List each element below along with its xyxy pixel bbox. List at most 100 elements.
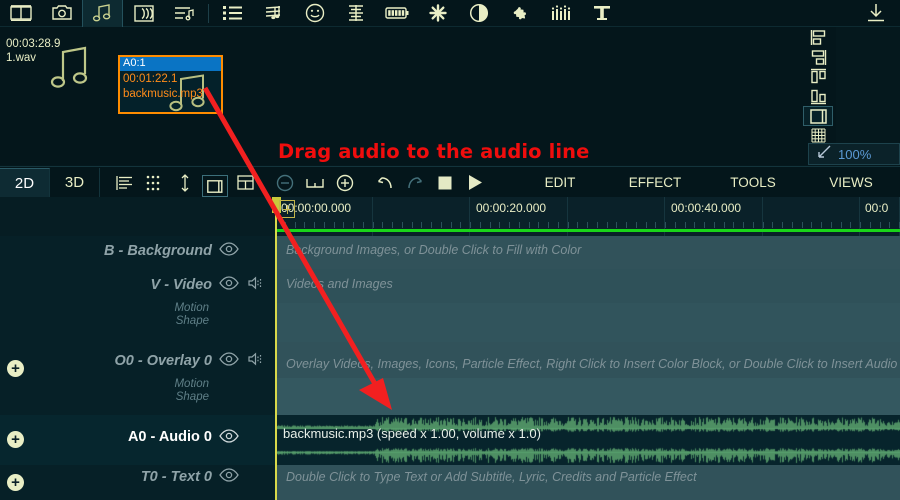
eye-icon[interactable]: [219, 468, 239, 487]
text-effect-icon[interactable]: [335, 0, 376, 27]
track-text-0[interactable]: + T0 - Text 0 Double Click to Type Text …: [0, 465, 900, 500]
puzzle-icon[interactable]: [499, 0, 540, 27]
track-motion-shape-lane[interactable]: [275, 378, 900, 415]
ruler-label-2: 00:00:40.000: [671, 201, 742, 215]
spectrum-icon[interactable]: [540, 0, 581, 27]
track-video[interactable]: V - Video Motion Shape Videos and Images: [0, 269, 900, 342]
track-hint: Overlay Videos, Images, Icons, Particle …: [286, 357, 900, 371]
music-sheet-icon[interactable]: [253, 0, 294, 27]
media-item-track-badge: A0:1: [120, 57, 221, 71]
undo-icon[interactable]: [370, 168, 400, 197]
split-frame-icon[interactable]: [230, 168, 260, 197]
audio-clip-label: backmusic.mp3 (speed x 1.00, volume x 1.…: [283, 426, 541, 441]
track-audio-0[interactable]: + A0 - Audio 0 backmusic.mp3 (speed x 1.…: [0, 415, 900, 465]
eye-icon[interactable]: [219, 429, 239, 448]
track-header-background[interactable]: B - Background: [0, 236, 275, 269]
eye-icon[interactable]: [219, 352, 239, 371]
zoom-control[interactable]: 100%: [808, 143, 900, 165]
media-item-duration: 00:03:28.9: [6, 38, 61, 50]
track-hint: Videos and Images: [286, 277, 393, 291]
track-overlay-0[interactable]: + O0 - Overlay 0 Motion Shape Overlay Vi…: [0, 342, 900, 415]
tab-2d[interactable]: 2D: [0, 168, 50, 197]
menu-tools[interactable]: TOOLS: [704, 168, 802, 197]
eye-icon[interactable]: [219, 242, 239, 261]
track-sublabels: Motion Shape: [174, 302, 209, 328]
editor-control-bar: 2D 3D EDIT EFFECT TOOLS VIEWS: [0, 166, 900, 197]
ruler-label-1: 00:00:20.000: [476, 201, 547, 215]
smiley-icon[interactable]: [294, 0, 335, 27]
timeline: 00:00:00.000 00:00:20.000 00:00:40.000 0…: [0, 197, 900, 500]
zoom-out-icon[interactable]: [270, 168, 300, 197]
track-header-audio-0[interactable]: + A0 - Audio 0: [0, 415, 275, 465]
track-label: A0 - Audio 0: [127, 429, 212, 445]
list-icon[interactable]: [212, 0, 253, 27]
media-item-mp3-selected[interactable]: A0:1 00:01:22.1 backmusic.mp3: [118, 55, 223, 114]
track-body-video[interactable]: Videos and Images: [275, 269, 900, 342]
track-body-overlay-0[interactable]: Overlay Videos, Images, Icons, Particle …: [275, 342, 900, 415]
track-body-text-0[interactable]: Double Click to Type Text or Add Subtitl…: [275, 465, 900, 500]
zoom-fit-icon[interactable]: [816, 144, 832, 165]
menu-edit[interactable]: EDIT: [514, 168, 606, 197]
track-label: O0 - Overlay 0: [114, 353, 212, 369]
speaker-icon[interactable]: [248, 276, 263, 295]
grid-dots-icon[interactable]: [140, 168, 170, 197]
align-right-icon[interactable]: [803, 48, 833, 68]
media-item-duration: 00:01:22.1: [123, 73, 178, 85]
height-arrows-icon[interactable]: [170, 168, 200, 197]
menu-views[interactable]: VIEWS: [802, 168, 900, 197]
music-note-icon[interactable]: [82, 0, 123, 27]
add-track-icon[interactable]: +: [7, 474, 24, 491]
ruler-label-3: 00:0: [865, 201, 889, 215]
track-label: T0 - Text 0: [140, 469, 212, 485]
filmstrip-icon[interactable]: [0, 0, 41, 27]
fit-frame-icon[interactable]: [803, 106, 833, 127]
add-track-icon[interactable]: +: [7, 431, 24, 448]
eye-icon[interactable]: [219, 276, 239, 295]
playhead-line[interactable]: [275, 197, 277, 500]
track-body-background[interactable]: Background Images, or Double Click to Fi…: [275, 236, 900, 269]
tab-3d[interactable]: 3D: [50, 168, 100, 197]
audio-list-icon[interactable]: [164, 0, 205, 27]
playhead-add-marker-icon[interactable]: [279, 200, 295, 218]
download-icon[interactable]: [852, 0, 900, 27]
contrast-icon[interactable]: [458, 0, 499, 27]
align-left-icon[interactable]: [803, 28, 833, 48]
media-library-panel[interactable]: 00:03:28.9 1.wav A0:1 00:01:22.1 backmus…: [0, 27, 800, 165]
sublabel-motion: Motion: [174, 378, 209, 390]
timeline-header-left: [0, 197, 275, 236]
track-header-text-0[interactable]: + T0 - Text 0: [0, 465, 275, 500]
speaker-icon[interactable]: [248, 352, 263, 371]
align-top-icon[interactable]: [803, 67, 833, 87]
play-icon[interactable]: [460, 168, 490, 197]
fit-frame-icon[interactable]: [202, 175, 228, 197]
timeline-top-green-line: [275, 229, 900, 232]
track-sublabels: Motion Shape: [174, 378, 209, 404]
redo-icon[interactable]: [400, 168, 430, 197]
zoom-level-value: 100%: [838, 146, 872, 162]
battery-icon[interactable]: [376, 0, 417, 27]
add-track-icon[interactable]: +: [7, 360, 24, 377]
menu-effect[interactable]: EFFECT: [606, 168, 704, 197]
track-motion-shape-lane[interactable]: [275, 303, 900, 342]
instruction-annotation: Drag audio to the audio line: [278, 140, 590, 163]
transition-icon[interactable]: [123, 0, 164, 27]
text-icon[interactable]: [581, 0, 622, 27]
align-lines-icon[interactable]: [110, 168, 140, 197]
track-background[interactable]: B - Background Background Images, or Dou…: [0, 236, 900, 269]
track-header-overlay-0[interactable]: + O0 - Overlay 0 Motion Shape: [0, 342, 275, 415]
camera-icon[interactable]: [41, 0, 82, 27]
particle-icon[interactable]: [417, 0, 458, 27]
sublabel-motion: Motion: [174, 302, 209, 314]
track-body-audio-0[interactable]: backmusic.mp3 (speed x 1.00, volume x 1.…: [275, 415, 900, 465]
align-bottom-icon[interactable]: [803, 87, 833, 107]
media-item-filename: backmusic.mp3: [123, 88, 203, 100]
track-header-video[interactable]: V - Video Motion Shape: [0, 269, 275, 342]
timeline-range-icon[interactable]: [300, 168, 330, 197]
audio-clip[interactable]: backmusic.mp3 (speed x 1.00, volume x 1.…: [275, 415, 900, 465]
media-item-wav[interactable]: 00:03:28.9 1.wav: [6, 37, 98, 99]
track-label: B - Background: [104, 243, 212, 259]
track-hint: Double Click to Type Text or Add Subtitl…: [286, 470, 697, 484]
zoom-in-icon[interactable]: [330, 168, 360, 197]
stop-icon[interactable]: [430, 168, 460, 197]
video-editor-window: 00:03:28.9 1.wav A0:1 00:01:22.1 backmus…: [0, 0, 900, 500]
